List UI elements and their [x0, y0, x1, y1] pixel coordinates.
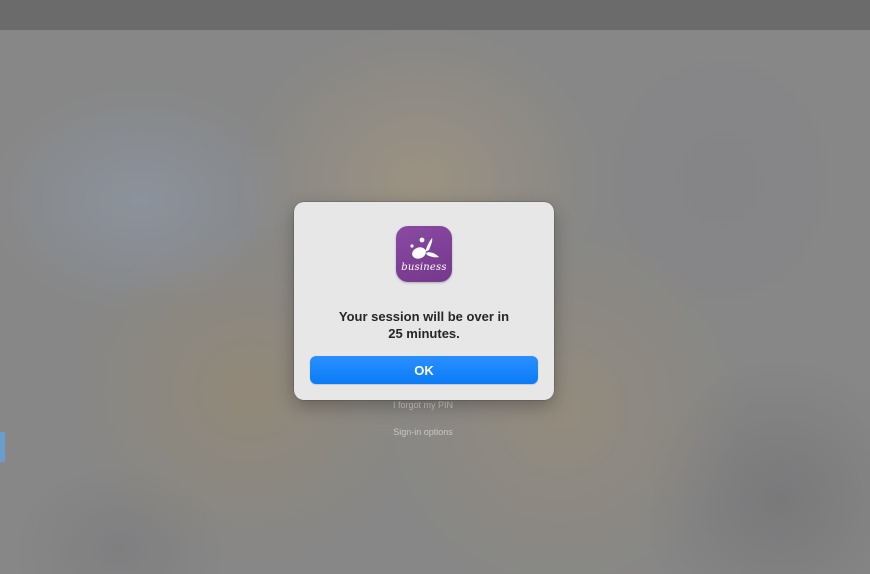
top-bar: [0, 0, 870, 30]
splashtop-business-icon: business: [396, 226, 452, 282]
ok-button[interactable]: OK: [310, 356, 538, 384]
signin-options-link[interactable]: Sign-in options: [335, 427, 511, 437]
session-alert-dialog: business Your session will be over in 25…: [294, 202, 554, 400]
session-message: Your session will be over in 25 minutes.: [314, 308, 534, 342]
app-icon-label: business: [401, 262, 447, 273]
session-message-line2: 25 minutes.: [388, 326, 460, 341]
forgot-pin-link[interactable]: I forgot my PIN: [335, 400, 511, 410]
splash-logo-icon: [410, 237, 439, 259]
left-edge-indicator: [0, 432, 5, 462]
screen: I forgot my PIN Sign-in options business…: [0, 0, 870, 574]
session-message-line1: Your session will be over in: [338, 309, 510, 324]
